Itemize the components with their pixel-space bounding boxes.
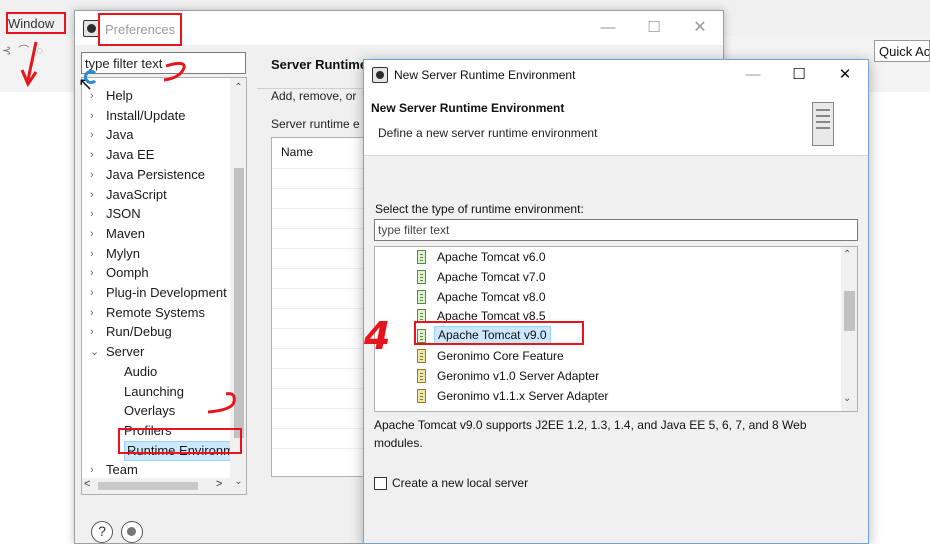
annotation-mark-step3 bbox=[163, 61, 186, 82]
annotation-mark-step2 bbox=[207, 392, 236, 414]
annotation-arrow bbox=[20, 41, 38, 88]
busy-spinner-icon bbox=[84, 70, 98, 84]
annotation-number-4: 4 bbox=[364, 314, 391, 358]
annotation-strokes bbox=[20, 41, 236, 414]
